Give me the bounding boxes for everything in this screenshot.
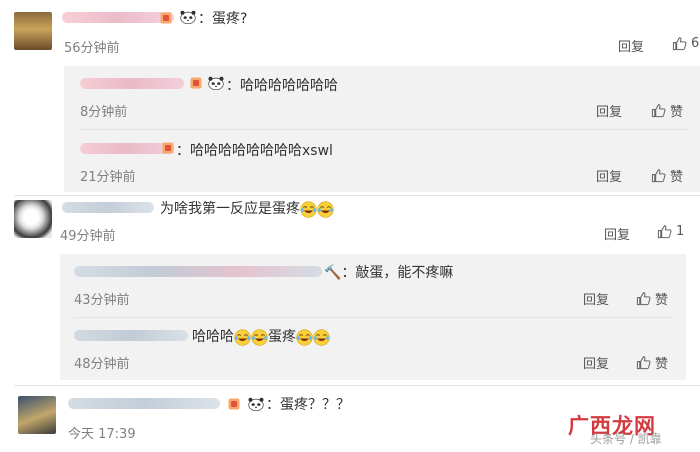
like-button[interactable]: 赞 (636, 353, 668, 372)
comment-text: 为啥我第一反应是蛋疼 (160, 198, 334, 218)
user-avatar[interactable] (14, 200, 52, 238)
laugh-cry-emoji-icon (317, 201, 334, 218)
like-button[interactable]: 1 (657, 224, 684, 239)
blurred-username[interactable] (62, 12, 174, 23)
reply-text: ：哈哈哈哈哈哈哈哈xswl (176, 143, 333, 159)
panda-emoji-icon (180, 10, 196, 24)
reply-time: 21分钟前 (80, 170, 136, 185)
thumbs-up-icon (672, 36, 687, 51)
panda-emoji-icon (208, 76, 224, 90)
member-badge-icon (162, 142, 174, 154)
like-button[interactable]: 6 (672, 36, 699, 51)
reply-button[interactable]: 回复 (596, 166, 622, 185)
blurred-username[interactable] (62, 202, 154, 213)
thumbs-up-icon (636, 291, 651, 306)
comment-text: ：蛋疼? (198, 11, 248, 27)
reply-text-prefix: 哈哈哈 (192, 329, 234, 345)
panda-emoji-icon (248, 397, 264, 411)
laugh-cry-emoji-icon (251, 329, 268, 346)
reply-time: 8分钟前 (80, 105, 128, 120)
user-avatar[interactable] (14, 12, 52, 50)
like-button[interactable]: 赞 (651, 166, 683, 185)
thumbs-up-icon (651, 168, 666, 183)
reply-text: 哈哈哈 蛋疼 (192, 326, 330, 346)
reply-time: 43分钟前 (74, 293, 130, 308)
reply-divider (74, 317, 674, 318)
reply-button[interactable]: 回复 (596, 101, 622, 120)
member-badge-icon (228, 398, 240, 410)
thumbs-up-icon (657, 224, 672, 239)
reply-label: 回复 (583, 357, 610, 372)
like-label: 赞 (670, 170, 684, 185)
user-avatar[interactable] (18, 396, 56, 434)
comment-text: ：蛋疼？？？ (266, 397, 350, 413)
member-badge-icon (190, 77, 202, 89)
like-button[interactable]: 赞 (651, 101, 683, 120)
reply-label: 回复 (604, 228, 631, 243)
comment-text-body: 为啥我第一反应是蛋疼 (160, 201, 300, 217)
reply-text-middle: 蛋疼 (268, 329, 296, 345)
laugh-cry-emoji-icon (313, 329, 330, 346)
comment-divider (14, 385, 700, 386)
like-button[interactable]: 赞 (636, 289, 668, 308)
comment-time: 49分钟前 (60, 229, 116, 244)
laugh-cry-emoji-icon (300, 201, 317, 218)
hammer-icon: 🔨 (324, 265, 342, 281)
laugh-cry-emoji-icon (296, 329, 313, 346)
blurred-username[interactable] (74, 330, 188, 341)
comment-time: 今天 17:39 (68, 427, 136, 442)
reply-time: 48分钟前 (74, 357, 130, 372)
reply-label: 回复 (618, 40, 645, 55)
blurred-username[interactable] (74, 266, 322, 277)
like-label: 赞 (670, 105, 684, 120)
thumbs-up-icon (636, 355, 651, 370)
blurred-username[interactable] (80, 78, 184, 89)
like-count: 6 (691, 36, 700, 51)
reply-label: 回复 (596, 105, 623, 120)
blurred-username[interactable] (68, 398, 220, 409)
like-label: 赞 (655, 293, 669, 308)
reply-button[interactable]: 回复 (583, 289, 609, 308)
reply-text: ：哈哈哈哈哈哈哈 (226, 78, 338, 94)
reply-button[interactable]: 回复 (618, 36, 644, 55)
like-count: 1 (676, 224, 685, 239)
reply-text: 🔨：敲蛋，能不疼嘛 (324, 262, 453, 282)
reply-label: 回复 (583, 293, 610, 308)
reply-label: 回复 (596, 170, 623, 185)
reply-button[interactable]: 回复 (583, 353, 609, 372)
member-badge-icon (160, 12, 172, 24)
like-label: 赞 (655, 357, 669, 372)
comment-divider (14, 195, 700, 196)
blurred-username[interactable] (80, 143, 174, 154)
laugh-cry-emoji-icon (234, 329, 251, 346)
thumbs-up-icon (651, 103, 666, 118)
reply-divider (80, 129, 688, 130)
reply-text-body: ：敲蛋，能不疼嘛 (341, 265, 454, 281)
watermark-caption: 头条号 / 凯靠 (590, 432, 662, 446)
comment-time: 56分钟前 (64, 41, 120, 56)
reply-button[interactable]: 回复 (604, 224, 630, 243)
